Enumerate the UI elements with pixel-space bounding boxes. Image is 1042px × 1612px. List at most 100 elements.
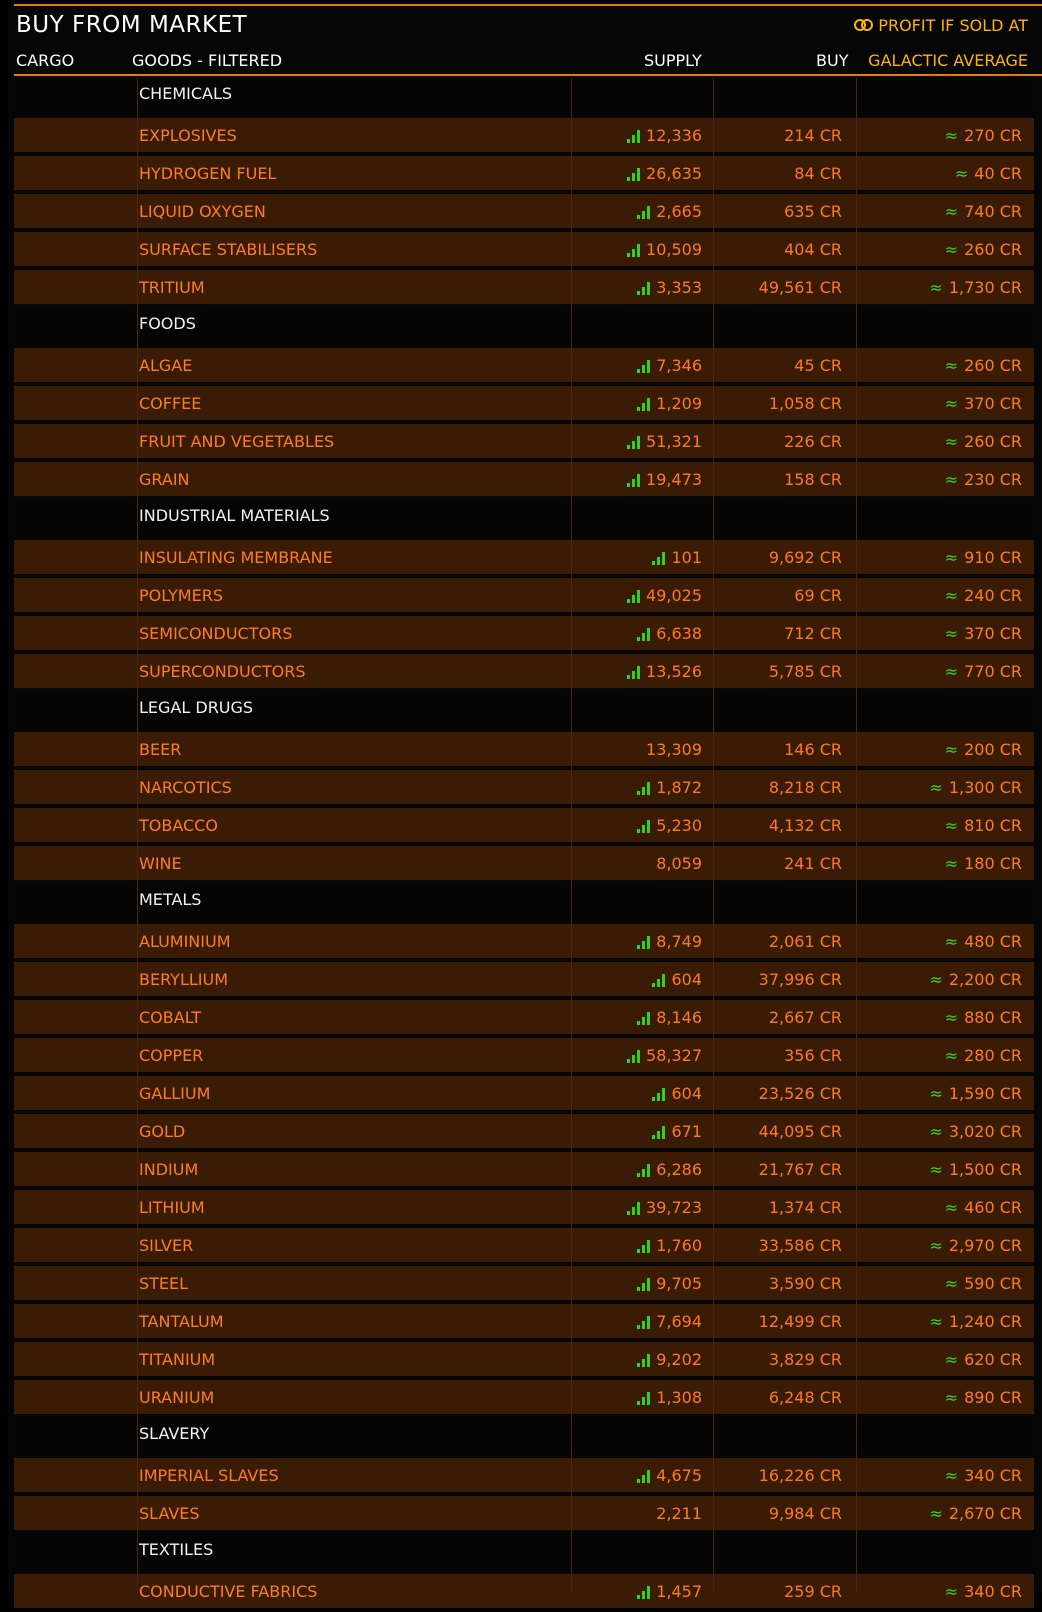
buy-price: 44,095 CR: [758, 1122, 842, 1141]
commodity-row[interactable]: IMPERIAL SLAVES 4,675 16,226 CR ≈340 CR: [14, 1458, 1034, 1492]
category-name: INDUSTRIAL MATERIALS: [139, 506, 330, 525]
column-header-buy[interactable]: BUY: [816, 51, 848, 70]
column-header-cargo[interactable]: CARGO: [16, 51, 74, 70]
commodity-row[interactable]: SLAVES 2,211 9,984 CR ≈2,670 CR: [14, 1496, 1034, 1530]
approx-icon: ≈: [944, 586, 959, 605]
galactic-average-price: ≈770 CR: [945, 662, 1022, 681]
supply-value: 7,346: [637, 356, 702, 375]
commodity-row[interactable]: URANIUM 1,308 6,248 CR ≈890 CR: [14, 1380, 1034, 1414]
supply-number: 49,025: [646, 586, 702, 605]
average-value: 880 CR: [964, 1008, 1022, 1027]
supply-signal-icon: [652, 551, 666, 565]
supply-value: 2,211: [656, 1504, 702, 1523]
supply-number: 101: [671, 548, 702, 567]
supply-number: 1,872: [656, 778, 702, 797]
average-value: 460 CR: [964, 1198, 1022, 1217]
galactic-average-price: ≈240 CR: [945, 586, 1022, 605]
average-value: 370 CR: [964, 624, 1022, 643]
column-divider: [137, 78, 138, 1592]
buy-price: 3,829 CR: [768, 1350, 842, 1369]
commodity-row[interactable]: INDIUM 6,286 21,767 CR ≈1,500 CR: [14, 1152, 1034, 1186]
commodity-row[interactable]: HYDROGEN FUEL 26,635 84 CR ≈40 CR: [14, 156, 1034, 190]
buy-price: 12,499 CR: [758, 1312, 842, 1331]
approx-icon: ≈: [929, 1122, 943, 1141]
category-header: INDUSTRIAL MATERIALS: [14, 500, 1034, 536]
column-header-galactic-average[interactable]: GALACTIC AVERAGE: [868, 51, 1028, 70]
commodity-name: SEMICONDUCTORS: [139, 624, 293, 643]
galactic-average-price: ≈1,730 CR: [929, 278, 1022, 297]
commodity-name: SURFACE STABILISERS: [139, 240, 318, 259]
galactic-average-price: ≈1,500 CR: [929, 1160, 1022, 1179]
commodity-row[interactable]: COPPER 58,327 356 CR ≈280 CR: [14, 1038, 1034, 1072]
commodity-row[interactable]: BERYLLIUM 604 37,996 CR ≈2,200 CR: [14, 962, 1034, 996]
buy-price: 5,785 CR: [768, 662, 842, 681]
approx-icon: ≈: [929, 1504, 943, 1523]
average-value: 260 CR: [964, 240, 1022, 259]
commodity-row[interactable]: COBALT 8,146 2,667 CR ≈880 CR: [14, 1000, 1034, 1034]
supply-value: 8,749: [637, 932, 702, 951]
commodity-row[interactable]: BEER 13,309 146 CR ≈200 CR: [14, 732, 1034, 766]
average-value: 240 CR: [964, 586, 1022, 605]
commodity-row[interactable]: TANTALUM 7,694 12,499 CR ≈1,240 CR: [14, 1304, 1034, 1338]
supply-value: 3,353: [637, 278, 702, 297]
commodity-row[interactable]: LIQUID OXYGEN 2,665 635 CR ≈740 CR: [14, 194, 1034, 228]
supply-value: 9,202: [637, 1350, 702, 1369]
category-header: CHEMICALS: [14, 78, 1034, 114]
commodity-row[interactable]: TOBACCO 5,230 4,132 CR ≈810 CR: [14, 808, 1034, 842]
column-divider: [713, 78, 714, 1592]
commodity-row[interactable]: SILVER 1,760 33,586 CR ≈2,970 CR: [14, 1228, 1034, 1262]
commodity-name: GRAIN: [139, 470, 190, 489]
commodity-row[interactable]: TRITIUM 3,353 49,561 CR ≈1,730 CR: [14, 270, 1034, 304]
market-table: CHEMICALS EXPLOSIVES 12,336 214 CR ≈270 CR HY…: [14, 78, 1034, 1612]
average-value: 890 CR: [964, 1388, 1022, 1407]
supply-number: 3,353: [656, 278, 702, 297]
approx-icon: ≈: [944, 548, 959, 567]
approx-icon: ≈: [944, 1008, 959, 1027]
commodity-name: FRUIT AND VEGETABLES: [139, 432, 335, 451]
column-header-supply[interactable]: SUPPLY: [644, 51, 702, 70]
commodity-row[interactable]: POLYMERS 49,025 69 CR ≈240 CR: [14, 578, 1034, 612]
commodity-row[interactable]: GRAIN 19,473 158 CR ≈230 CR: [14, 462, 1034, 496]
commodity-row[interactable]: ALGAE 7,346 45 CR ≈260 CR: [14, 348, 1034, 382]
commodity-row[interactable]: WINE 8,059 241 CR ≈180 CR: [14, 846, 1034, 880]
commodity-row[interactable]: GOLD 671 44,095 CR ≈3,020 CR: [14, 1114, 1034, 1148]
commodity-row[interactable]: INSULATING MEMBRANE 101 9,692 CR ≈910 CR: [14, 540, 1034, 574]
buy-price: 23,526 CR: [758, 1084, 842, 1103]
supply-number: 13,526: [646, 662, 702, 681]
commodity-row[interactable]: FRUIT AND VEGETABLES 51,321 226 CR ≈260 CR: [14, 424, 1034, 458]
approx-icon: ≈: [944, 202, 959, 221]
buy-price: 158 CR: [784, 470, 842, 489]
average-value: 620 CR: [964, 1350, 1022, 1369]
column-header-goods[interactable]: GOODS - FILTERED: [132, 51, 282, 70]
supply-number: 9,705: [656, 1274, 702, 1293]
supply-value: 13,309: [646, 740, 702, 759]
commodity-row[interactable]: EXPLOSIVES 12,336 214 CR ≈270 CR: [14, 118, 1034, 152]
commodity-name: TANTALUM: [139, 1312, 224, 1331]
commodity-row[interactable]: NARCOTICS 1,872 8,218 CR ≈1,300 CR: [14, 770, 1034, 804]
commodity-row[interactable]: GALLIUM 604 23,526 CR ≈1,590 CR: [14, 1076, 1034, 1110]
commodity-row[interactable]: CONDUCTIVE FABRICS 1,457 259 CR ≈340 CR: [14, 1574, 1034, 1608]
column-divider: [571, 78, 572, 1592]
buy-price: 9,984 CR: [768, 1504, 842, 1523]
category-header: LEGAL DRUGS: [14, 692, 1034, 728]
approx-icon: ≈: [929, 1084, 943, 1103]
galactic-average-price: ≈480 CR: [945, 932, 1022, 951]
commodity-row[interactable]: ALUMINIUM 8,749 2,061 CR ≈480 CR: [14, 924, 1034, 958]
commodity-row[interactable]: STEEL 9,705 3,590 CR ≈590 CR: [14, 1266, 1034, 1300]
commodity-row[interactable]: SURFACE STABILISERS 10,509 404 CR ≈260 CR: [14, 232, 1034, 266]
supply-signal-icon: [637, 1011, 651, 1025]
category-header: TEXTILES: [14, 1534, 1034, 1570]
commodity-row[interactable]: COFFEE 1,209 1,058 CR ≈370 CR: [14, 386, 1034, 420]
profit-if-sold-toggle[interactable]: PROFIT IF SOLD AT: [854, 16, 1028, 35]
buy-price: 2,667 CR: [768, 1008, 842, 1027]
commodity-row[interactable]: SEMICONDUCTORS 6,638 712 CR ≈370 CR: [14, 616, 1034, 650]
average-value: 260 CR: [964, 356, 1022, 375]
commodity-row[interactable]: LITHIUM 39,723 1,374 CR ≈460 CR: [14, 1190, 1034, 1224]
galactic-average-price: ≈180 CR: [945, 854, 1022, 873]
average-value: 2,670 CR: [948, 1504, 1022, 1523]
commodity-row[interactable]: TITANIUM 9,202 3,829 CR ≈620 CR: [14, 1342, 1034, 1376]
galactic-average-price: ≈1,300 CR: [929, 778, 1022, 797]
commodity-row[interactable]: SUPERCONDUCTORS 13,526 5,785 CR ≈770 CR: [14, 654, 1034, 688]
supply-signal-icon: [637, 397, 651, 411]
buy-price: 214 CR: [784, 126, 842, 145]
